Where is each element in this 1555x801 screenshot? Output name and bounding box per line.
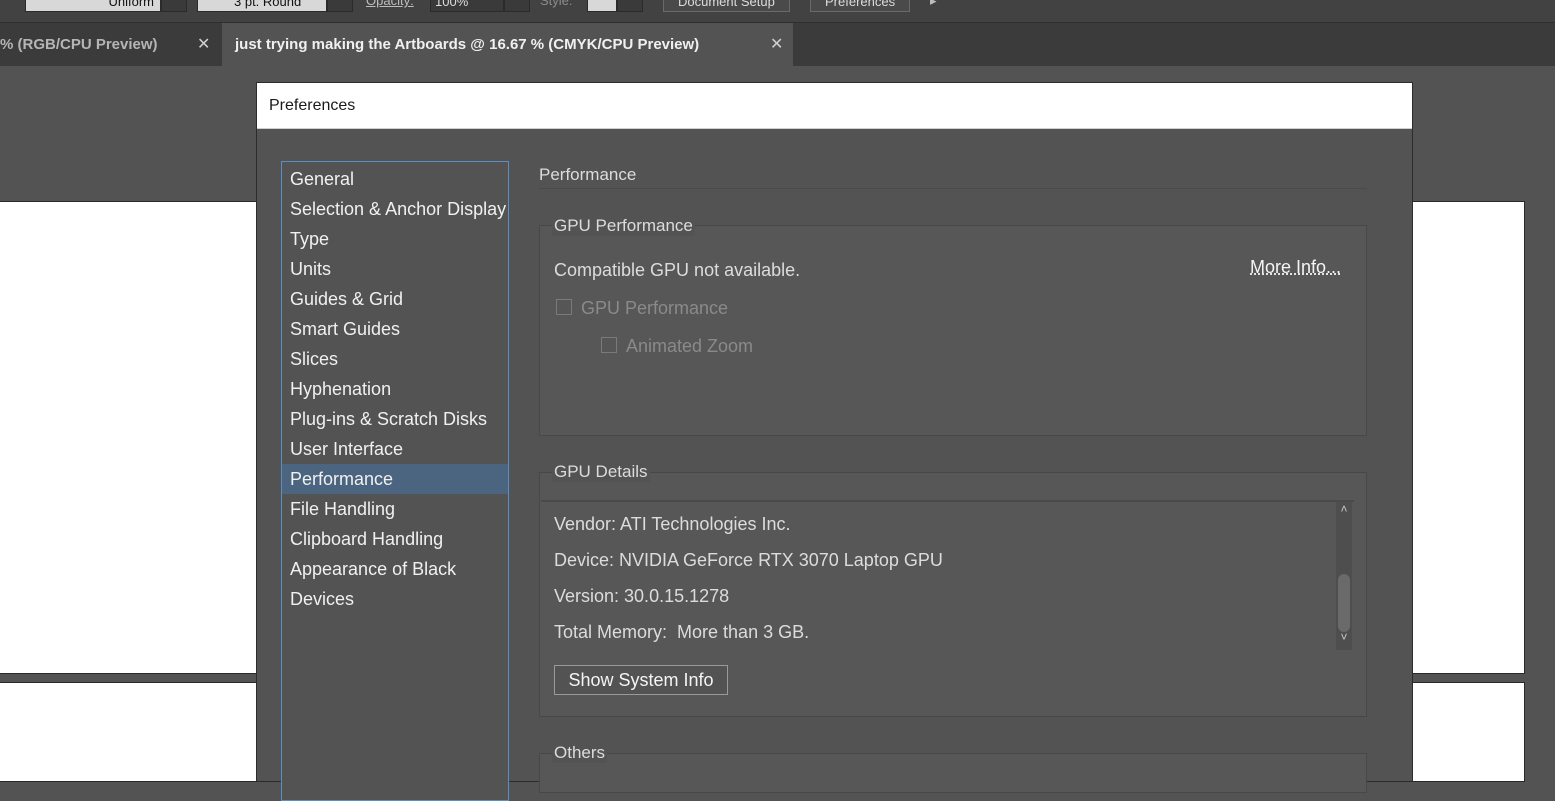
gpu-details-group-label: GPU Details xyxy=(552,462,650,482)
nav-item-selection-anchor-display[interactable]: Selection & Anchor Display xyxy=(282,194,508,224)
brush-dropdown[interactable]: 3 pt. Round xyxy=(197,0,327,12)
dialog-title: Preferences xyxy=(269,97,356,114)
nav-item-appearance-of-black[interactable]: Appearance of Black xyxy=(282,554,508,584)
brush-arrow[interactable] xyxy=(327,0,353,12)
artboard[interactable] xyxy=(0,682,258,782)
preferences-category-list[interactable]: General Selection & Anchor Display Type … xyxy=(281,161,509,801)
others-group-label: Others xyxy=(552,743,608,763)
dialog-title-bar[interactable]: Preferences xyxy=(257,83,1412,129)
nav-item-plugins-scratch-disks[interactable]: Plug-ins & Scratch Disks xyxy=(282,404,508,434)
show-system-info-button[interactable]: Show System Info xyxy=(554,665,728,695)
gpu-version-text: Version: 30.0.15.1278 xyxy=(554,586,730,606)
gpu-status-text: Compatible GPU not available. xyxy=(554,260,801,280)
nav-item-type[interactable]: Type xyxy=(282,224,508,254)
nav-item-guides-grid[interactable]: Guides & Grid xyxy=(282,284,508,314)
gpu-vendor-text: Vendor: ATI Technologies Inc. xyxy=(554,514,791,534)
control-bar: Uniform 3 pt. Round Opacity: 100% Style:… xyxy=(0,0,1555,23)
gpu-performance-group xyxy=(539,225,1367,436)
nav-item-units[interactable]: Units xyxy=(282,254,508,284)
nav-item-general[interactable]: General xyxy=(282,164,508,194)
tab-artboards-cmyk[interactable]: just trying making the Artboards @ 16.67… xyxy=(222,23,793,66)
artboard[interactable] xyxy=(1411,201,1525,674)
nav-item-user-interface[interactable]: User Interface xyxy=(282,434,508,464)
stroke-profile-arrow[interactable] xyxy=(161,0,187,12)
gpu-device-text: Device: NVIDIA GeForce RTX 3070 Laptop G… xyxy=(554,550,943,570)
opacity-label: Opacity: xyxy=(366,0,414,8)
animated-zoom-checkbox[interactable] xyxy=(601,337,617,353)
nav-item-slices[interactable]: Slices xyxy=(282,344,508,374)
style-arrow[interactable] xyxy=(617,0,643,12)
gpu-performance-checkbox[interactable] xyxy=(556,299,572,315)
artboard[interactable] xyxy=(0,201,258,674)
nav-item-file-handling[interactable]: File Handling xyxy=(282,494,508,524)
gpu-performance-checkbox-label: GPU Performance xyxy=(581,298,729,318)
animated-zoom-checkbox-label: Animated Zoom xyxy=(626,336,754,356)
close-icon[interactable]: ✕ xyxy=(770,23,783,66)
scroll-down-icon[interactable]: ˅ xyxy=(1336,630,1352,644)
opacity-input[interactable]: 100% xyxy=(430,0,504,12)
gpu-details-scrollbar[interactable]: ˄ ˅ xyxy=(1336,502,1352,650)
more-info-link[interactable]: More Info... xyxy=(1250,257,1341,278)
scroll-thumb[interactable] xyxy=(1338,574,1350,632)
style-swatch[interactable] xyxy=(587,0,617,12)
nav-item-performance[interactable]: Performance xyxy=(282,464,508,494)
document-setup-button[interactable]: Document Setup xyxy=(663,0,790,12)
preferences-dialog: Preferences General Selection & Anchor D… xyxy=(256,82,1413,801)
nav-item-clipboard-handling[interactable]: Clipboard Handling xyxy=(282,524,508,554)
nav-item-hyphenation[interactable]: Hyphenation xyxy=(282,374,508,404)
style-label: Style: xyxy=(540,0,573,8)
arrange-icon[interactable]: ▸ xyxy=(930,0,937,8)
opacity-arrow[interactable] xyxy=(504,0,530,12)
gpu-performance-group-label: GPU Performance xyxy=(552,216,695,236)
stroke-profile-dropdown[interactable]: Uniform xyxy=(25,0,161,12)
tab-rgb-preview[interactable]: % (RGB/CPU Preview) ✕ xyxy=(0,23,222,66)
panel-title: Performance xyxy=(539,165,637,184)
scroll-up-icon[interactable]: ˄ xyxy=(1336,502,1352,516)
gpu-memory-text: Total Memory: More than 3 GB. xyxy=(554,622,810,642)
others-group xyxy=(539,753,1367,793)
nav-item-devices[interactable]: Devices xyxy=(282,584,508,614)
tab-label: just trying making the Artboards @ 16.67… xyxy=(235,36,700,53)
panel-title-divider xyxy=(539,188,1367,189)
document-tab-bar: % (RGB/CPU Preview) ✕ just trying making… xyxy=(0,23,1555,66)
close-icon[interactable]: ✕ xyxy=(197,23,210,66)
tab-label: % (RGB/CPU Preview) xyxy=(0,36,158,53)
artboard[interactable] xyxy=(1411,682,1525,782)
preferences-button[interactable]: Preferences xyxy=(810,0,911,12)
nav-item-smart-guides[interactable]: Smart Guides xyxy=(282,314,508,344)
